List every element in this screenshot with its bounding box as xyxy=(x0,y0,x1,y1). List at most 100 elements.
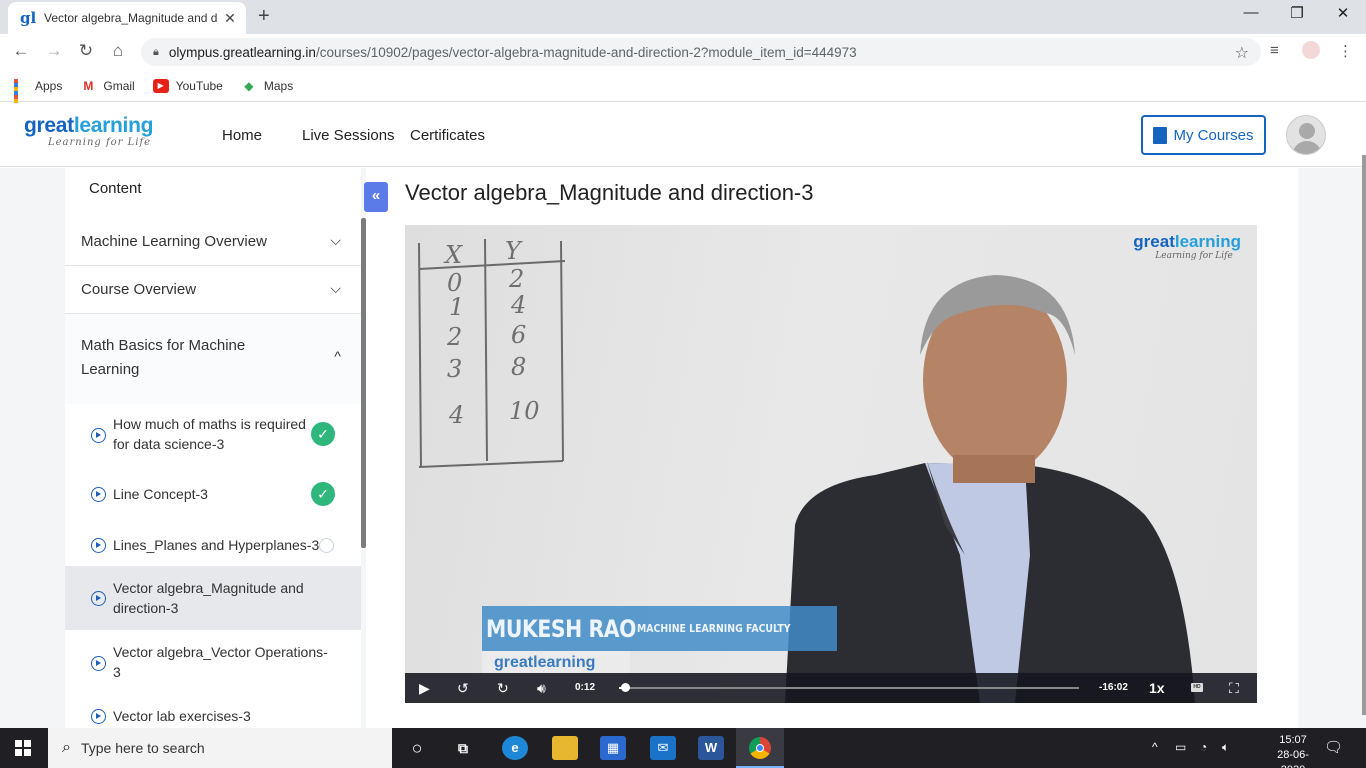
seek-bar[interactable] xyxy=(619,687,1079,689)
close-window-icon[interactable]: ✕ xyxy=(1320,4,1366,22)
section-course-overview[interactable]: Course Overview ⌵ xyxy=(65,266,361,314)
collapse-sidebar-button[interactable]: « xyxy=(364,182,388,212)
video-controls: ▶ ↺ ↻ 🔊︎ 0:12 -16:02 1x HD ⛶ xyxy=(405,673,1257,703)
whiteboard-header: X xyxy=(443,241,463,269)
chrome-taskbar-button[interactable] xyxy=(736,728,784,768)
edge-icon[interactable]: e xyxy=(502,736,528,760)
taskbar-clock[interactable]: 15:07 28-06-2020 xyxy=(1268,733,1318,768)
nav-live-sessions[interactable]: Live Sessions xyxy=(302,127,395,144)
whiteboard-cell: 2 xyxy=(446,323,462,351)
forward-icon[interactable]: → xyxy=(42,41,66,61)
volume-icon[interactable]: 🔊︎ xyxy=(537,680,546,697)
url-path: /courses/10902/pages/vector-algebra-magn… xyxy=(315,44,857,60)
presenter-lower-third: MUKESH RAO MACHINE LEARNING FACULTY xyxy=(482,606,838,651)
word-icon[interactable]: W xyxy=(698,736,724,760)
restore-icon[interactable]: ❐ xyxy=(1274,4,1320,22)
play-circle-icon xyxy=(91,428,106,443)
forward-icon[interactable]: ↻ xyxy=(497,680,509,697)
progress-circle-icon xyxy=(319,538,334,553)
maps-icon: ◆ xyxy=(244,78,254,93)
lesson-item[interactable]: Vector algebra_Vector Operations-3 xyxy=(65,630,361,694)
cortana-icon[interactable]: ○ xyxy=(404,736,430,760)
watermark-tagline: Learning for Life xyxy=(1155,251,1233,261)
browser-tab[interactable]: gl Vector algebra_Magnitude and d ✕ xyxy=(8,2,246,34)
seek-handle[interactable] xyxy=(620,683,630,692)
new-tab-icon[interactable]: + xyxy=(258,5,270,28)
current-time: 0:12 xyxy=(575,682,596,693)
section-math-basics[interactable]: Math Basics for Machine Learning ^ xyxy=(65,314,361,404)
video-player[interactable]: XY 02 14 26 38 4 10 greatlearning Learnin… xyxy=(405,225,1257,703)
reading-list-icon[interactable]: ≡ xyxy=(1270,42,1279,59)
video-watermark-logo: greatlearning Learning for Life xyxy=(1133,232,1241,262)
tab-title: Vector algebra_Magnitude and d xyxy=(44,11,218,25)
tray-chevron-icon[interactable]: ^ xyxy=(1152,740,1158,754)
lock-icon: 🔒︎ xyxy=(153,45,159,58)
nav-home[interactable]: Home xyxy=(222,127,262,144)
file-explorer-icon[interactable] xyxy=(552,736,578,760)
back-icon[interactable]: ← xyxy=(9,41,33,61)
lesson-label: Vector algebra_Vector Operations-3 xyxy=(113,644,328,680)
lesson-item[interactable]: How much of maths is required for data s… xyxy=(65,404,361,464)
play-icon[interactable]: ▶ xyxy=(419,680,430,697)
profile-icon[interactable] xyxy=(1302,41,1320,59)
lesson-item-active[interactable]: Vector algebra_Magnitude and direction-3 xyxy=(65,566,361,630)
lesson-label: Vector lab exercises-3 xyxy=(113,708,251,724)
windows-start-icon[interactable] xyxy=(15,740,31,756)
lesson-item[interactable]: Line Concept-3 ✓ xyxy=(65,464,361,524)
course-sidebar: Content Machine Learning Overview ⌵ Cour… xyxy=(65,168,361,728)
menu-icon[interactable]: ⋮ xyxy=(1338,42,1353,60)
search-icon: ⌕ xyxy=(62,739,71,756)
chevron-up-icon: ^ xyxy=(334,348,341,364)
wifi-icon[interactable]: ◔ xyxy=(1200,740,1207,754)
browser-toolbar: ← → ↻ ⌂ 🔒︎ olympus.greatlearning.in/cour… xyxy=(0,34,1366,70)
fullscreen-icon[interactable]: ⛶ xyxy=(1229,680,1239,697)
remaining-time: -16:02 xyxy=(1099,682,1128,693)
my-courses-label: My Courses xyxy=(1173,126,1254,144)
store-icon[interactable]: ▦ xyxy=(600,736,626,760)
site-header: greatlearning Learning for Life Home Liv… xyxy=(0,103,1366,167)
minimize-icon[interactable]: — xyxy=(1228,4,1274,21)
avatar[interactable] xyxy=(1286,115,1326,155)
page-title: Vector algebra_Magnitude and direction-3 xyxy=(405,180,814,205)
task-view-icon[interactable]: ⧉ xyxy=(450,736,476,760)
rewind-icon[interactable]: ↺ xyxy=(457,680,469,697)
playback-speed-button[interactable]: 1x xyxy=(1149,680,1165,696)
logo-tagline: Learning for Life xyxy=(48,137,152,148)
search-placeholder: Type here to search xyxy=(80,740,205,756)
notifications-icon[interactable]: 🗨︎ xyxy=(1324,738,1343,756)
lesson-item[interactable]: Vector lab exercises-3 xyxy=(65,694,361,728)
bookmark-star-icon[interactable]: ☆ xyxy=(1235,43,1249,63)
hd-quality-icon[interactable]: HD xyxy=(1191,683,1203,692)
section-machine-learning-overview[interactable]: Machine Learning Overview ⌵ xyxy=(65,218,361,266)
my-courses-button[interactable]: My Courses xyxy=(1141,115,1266,155)
speaker-icon[interactable]: 🔈︎ xyxy=(1222,740,1229,755)
play-circle-icon xyxy=(91,487,106,502)
whiteboard-header: Y xyxy=(505,237,523,265)
address-bar[interactable]: 🔒︎ olympus.greatlearning.in/courses/1090… xyxy=(141,38,1261,66)
taskbar-search[interactable]: ⌕ Type here to search xyxy=(48,728,392,768)
battery-icon[interactable]: ▭ xyxy=(1175,740,1186,754)
play-circle-icon xyxy=(91,656,106,671)
presenter-figure xyxy=(785,275,1195,703)
bookmark-maps[interactable]: ◆ Maps xyxy=(241,79,293,93)
bookmark-label: Maps xyxy=(263,78,294,93)
lesson-item[interactable]: Lines_Planes and Hyperplanes-3 xyxy=(65,524,361,566)
mail-icon[interactable]: ✉ xyxy=(650,736,676,760)
presenter-role: MACHINE LEARNING FACULTY xyxy=(636,622,791,635)
nav-certificates[interactable]: Certificates xyxy=(410,127,485,144)
bookmark-label: Gmail xyxy=(103,78,135,93)
bookmark-gmail[interactable]: M Gmail xyxy=(80,79,134,93)
play-circle-icon xyxy=(91,538,106,553)
sidebar-title: Content xyxy=(89,180,142,197)
close-tab-icon[interactable]: ✕ xyxy=(222,10,238,27)
watermark-text-a: great xyxy=(1133,232,1175,251)
bookmark-label: Apps xyxy=(35,78,63,93)
greatlearning-logo[interactable]: greatlearning Learning for Life xyxy=(24,115,153,149)
youtube-icon: ▶ xyxy=(152,78,169,93)
home-icon[interactable]: ⌂ xyxy=(106,41,130,61)
reload-icon[interactable]: ↻ xyxy=(74,41,98,61)
greatlearning-favicon-icon: gl xyxy=(20,9,37,27)
bookmark-apps[interactable]: Apps xyxy=(14,78,63,115)
page-scrollbar[interactable] xyxy=(1362,155,1366,715)
bookmark-youtube[interactable]: ▶ YouTube xyxy=(152,78,223,93)
